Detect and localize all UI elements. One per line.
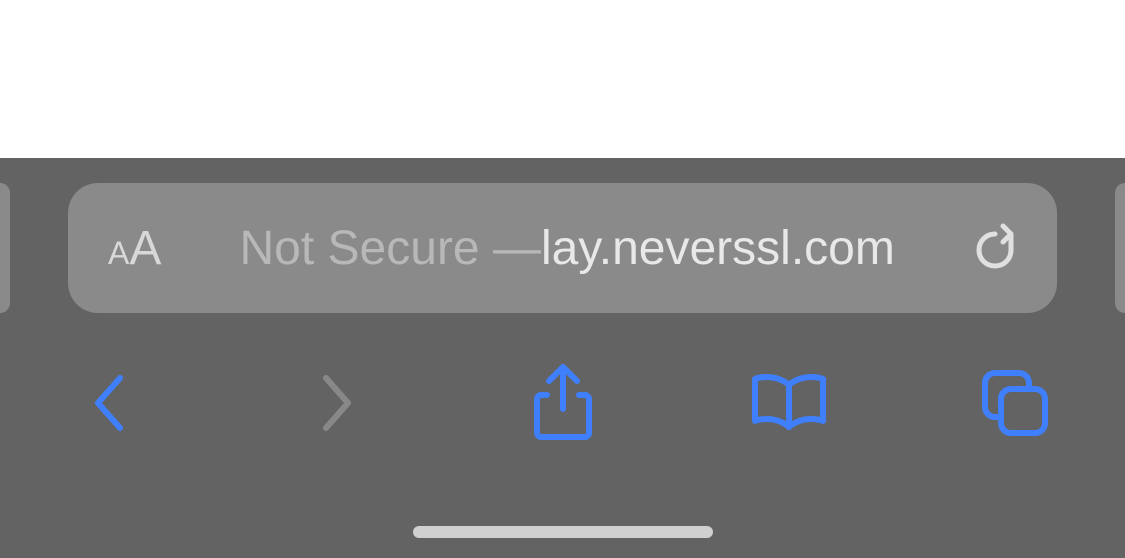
- prev-tab-edge[interactable]: [0, 183, 10, 313]
- page-content: [0, 0, 1125, 158]
- tabs-button[interactable]: [975, 363, 1055, 443]
- text-size-large-a: A: [129, 221, 161, 276]
- book-icon: [749, 371, 829, 435]
- tabs-icon: [979, 367, 1051, 439]
- bottom-toolbar: [0, 353, 1125, 453]
- forward-button[interactable]: [296, 363, 376, 443]
- chevron-left-icon: [90, 368, 130, 438]
- back-button[interactable]: [70, 363, 150, 443]
- address-bar-row: AA Not Secure — lay.neverssl.com: [0, 183, 1125, 313]
- security-status: Not Secure —: [240, 221, 541, 276]
- home-indicator[interactable]: [413, 526, 713, 538]
- address-text[interactable]: Not Secure — lay.neverssl.com: [181, 221, 953, 276]
- address-bar[interactable]: AA Not Secure — lay.neverssl.com: [68, 183, 1057, 313]
- next-tab-edge[interactable]: [1115, 183, 1125, 313]
- browser-chrome: AA Not Secure — lay.neverssl.com: [0, 158, 1125, 558]
- text-size-button[interactable]: AA: [108, 221, 161, 276]
- reload-button[interactable]: [973, 222, 1017, 274]
- share-button[interactable]: [523, 363, 603, 443]
- reload-icon: [973, 222, 1017, 274]
- share-icon: [531, 363, 595, 443]
- chevron-right-icon: [316, 368, 356, 438]
- text-size-small-a: A: [108, 235, 129, 272]
- url-domain: lay.neverssl.com: [541, 221, 895, 276]
- bookmarks-button[interactable]: [749, 363, 829, 443]
